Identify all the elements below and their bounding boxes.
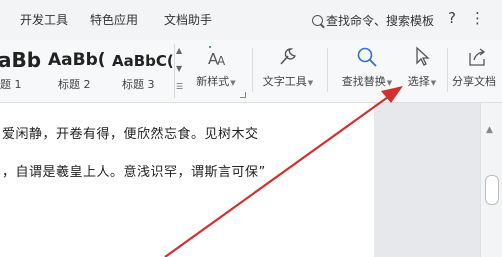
- annotation-arrow: [164, 86, 403, 257]
- annotation-arrow-line: [164, 91, 396, 257]
